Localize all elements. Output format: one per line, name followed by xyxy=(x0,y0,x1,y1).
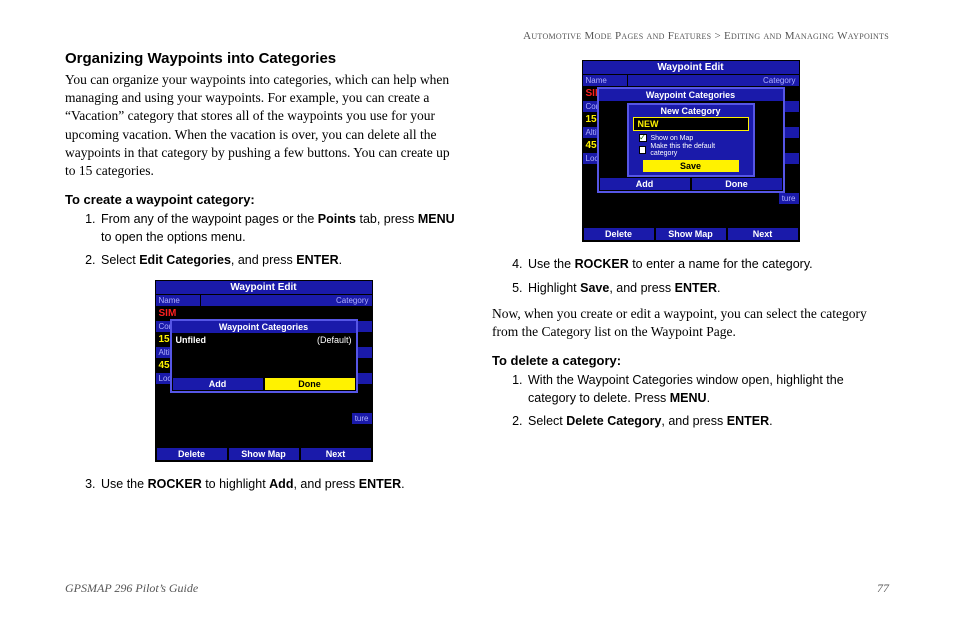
show-on-map-label: Show on Map xyxy=(651,135,694,142)
add-button[interactable]: Add xyxy=(172,377,264,391)
name-label: Name xyxy=(583,75,628,86)
list-item: Use the ROCKER to enter a name for the c… xyxy=(526,256,889,274)
partial-label: ture xyxy=(779,193,799,204)
unfiled-item[interactable]: Unfiled xyxy=(176,335,207,357)
show-map-button[interactable]: Show Map xyxy=(228,447,300,461)
list-item: Select Delete Category, and press ENTER. xyxy=(526,413,889,431)
page-number: 77 xyxy=(877,581,889,596)
add-button[interactable]: Add xyxy=(599,177,691,191)
delete-button[interactable]: Delete xyxy=(583,227,655,241)
next-button[interactable]: Next xyxy=(727,227,799,241)
guide-title: GPSMAP 296 Pilot’s Guide xyxy=(65,581,198,596)
checkbox-icon[interactable] xyxy=(639,146,647,154)
list-item: Select Edit Categories, and press ENTER. xyxy=(99,252,462,270)
device-title: Waypoint Edit xyxy=(156,281,372,295)
create-steps-list-cont: Use the ROCKER to highlight Add, and pre… xyxy=(65,476,462,494)
category-label: Category xyxy=(628,75,799,86)
next-button[interactable]: Next xyxy=(300,447,372,461)
checkbox-icon[interactable]: ✓ xyxy=(639,134,647,142)
create-subhead: To create a waypoint category: xyxy=(65,192,462,207)
breadcrumb: Automotive Mode Pages and Features > Edi… xyxy=(65,30,889,42)
breadcrumb-part1: Automotive Mode Pages and Features xyxy=(523,30,711,42)
popup-title: Waypoint Categories xyxy=(172,321,356,333)
done-button[interactable]: Done xyxy=(264,377,356,391)
delete-steps-list: With the Waypoint Categories window open… xyxy=(492,372,889,431)
device-screenshot-1: Waypoint Edit Name Category SIM Comment … xyxy=(155,280,373,462)
show-map-button[interactable]: Show Map xyxy=(655,227,727,241)
partial-label: ture xyxy=(352,413,372,424)
delete-subhead: To delete a category: xyxy=(492,353,889,368)
default-category-label: Make this the default category xyxy=(650,143,742,157)
right-column: Waypoint Edit Name Category SIM Comment … xyxy=(492,50,889,499)
page-footer: GPSMAP 296 Pilot’s Guide 77 xyxy=(65,581,889,596)
list-item: Highlight Save, and press ENTER. xyxy=(526,280,889,298)
section-heading: Organizing Waypoints into Categories xyxy=(65,50,462,67)
create-steps-list: From any of the waypoint pages or the Po… xyxy=(65,211,462,270)
inner-popup-title: New Category xyxy=(629,105,753,117)
device-screenshot-2: Waypoint Edit Name Category SIM Comment … xyxy=(582,60,800,242)
breadcrumb-part2: Editing and Managing Waypoints xyxy=(724,30,889,42)
left-column: Organizing Waypoints into Categories You… xyxy=(65,50,462,499)
list-item: With the Waypoint Categories window open… xyxy=(526,372,889,407)
device-title: Waypoint Edit xyxy=(583,61,799,75)
after-paragraph: Now, when you create or edit a waypoint,… xyxy=(492,305,889,341)
intro-paragraph: You can organize your waypoints into cat… xyxy=(65,71,462,180)
popup-title: Waypoint Categories xyxy=(599,89,783,101)
breadcrumb-sep: > xyxy=(711,30,724,42)
delete-button[interactable]: Delete xyxy=(156,447,228,461)
default-tag: (Default) xyxy=(317,335,352,357)
list-item: Use the ROCKER to highlight Add, and pre… xyxy=(99,476,462,494)
save-button[interactable]: Save xyxy=(643,160,739,172)
create-steps-list-right: Use the ROCKER to enter a name for the c… xyxy=(492,256,889,297)
list-item: From any of the waypoint pages or the Po… xyxy=(99,211,462,246)
category-label: Category xyxy=(201,295,372,306)
new-category-field[interactable]: NEW xyxy=(633,117,749,131)
done-button[interactable]: Done xyxy=(691,177,783,191)
name-label: Name xyxy=(156,295,201,306)
